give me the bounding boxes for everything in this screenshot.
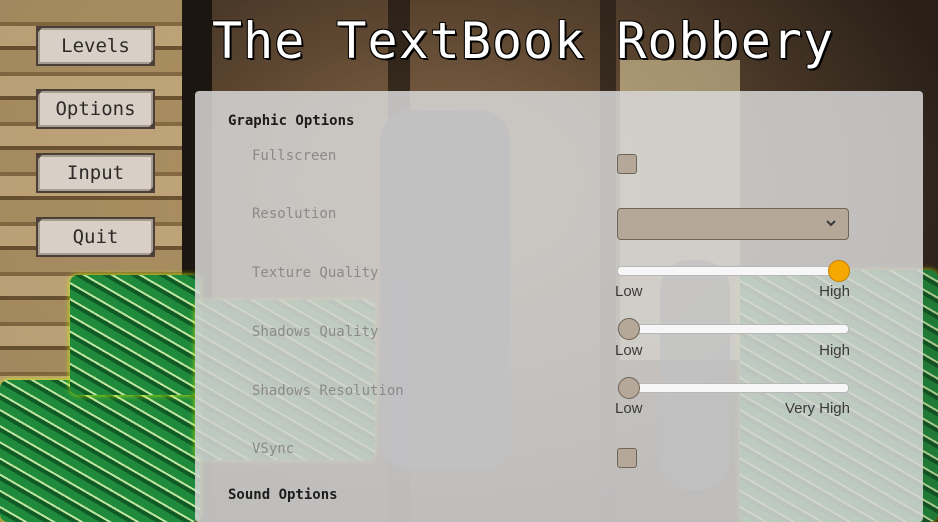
chevron-down-icon xyxy=(826,220,836,227)
shadows-resolution-min-label: Low xyxy=(615,400,643,417)
shadows-quality-slider[interactable] xyxy=(617,318,849,340)
vsync-checkbox[interactable] xyxy=(617,448,637,468)
texture-quality-slider[interactable] xyxy=(617,260,850,282)
shadows-quality-max-label: High xyxy=(819,342,850,359)
shadows-quality-min-label: Low xyxy=(615,342,643,359)
vsync-label: VSync xyxy=(252,441,295,457)
fullscreen-label: Fullscreen xyxy=(252,148,337,164)
slider-handle[interactable] xyxy=(618,377,640,399)
shadows-quality-label: Shadows Quality xyxy=(252,324,379,340)
texture-quality-min-label: Low xyxy=(615,283,643,300)
input-button[interactable]: Input xyxy=(36,153,155,193)
fullscreen-checkbox[interactable] xyxy=(617,154,637,174)
resolution-label: Resolution xyxy=(252,206,337,222)
money-pile-left-upper xyxy=(70,275,200,395)
slider-handle[interactable] xyxy=(828,260,850,282)
texture-quality-max-label: High xyxy=(819,283,850,300)
sound-options-title: Sound Options xyxy=(228,487,338,503)
shadows-resolution-max-label: Very High xyxy=(784,400,850,417)
shadows-resolution-label: Shadows Resolution xyxy=(252,383,404,399)
shadows-resolution-slider[interactable] xyxy=(617,377,849,399)
money-pile-left xyxy=(0,380,200,522)
game-title: The TextBook Robbery xyxy=(212,12,835,70)
levels-button[interactable]: Levels xyxy=(36,26,155,66)
options-button[interactable]: Options xyxy=(36,89,155,129)
quit-button[interactable]: Quit xyxy=(36,217,155,257)
graphic-options-title: Graphic Options xyxy=(228,113,355,129)
options-panel: Graphic Options Fullscreen Resolution Te… xyxy=(195,91,923,522)
slider-handle[interactable] xyxy=(618,318,640,340)
texture-quality-label: Texture Quality xyxy=(252,265,379,281)
resolution-dropdown[interactable] xyxy=(617,208,849,240)
